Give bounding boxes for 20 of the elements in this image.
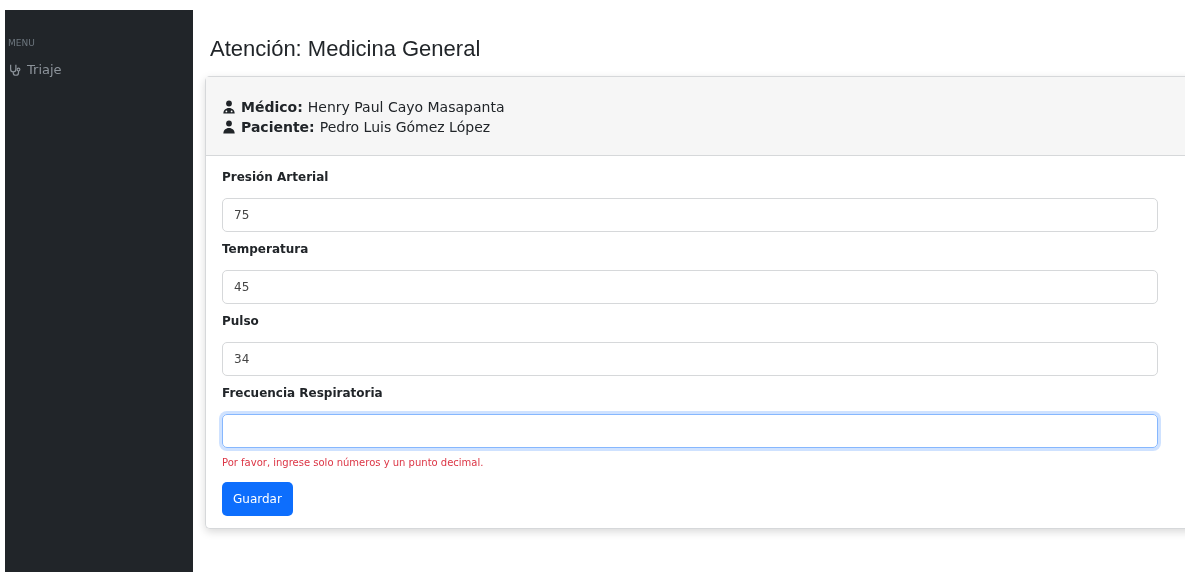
input-field[interactable]: 45 bbox=[222, 270, 1158, 304]
field-label: Temperatura bbox=[222, 242, 310, 256]
patient-label: Paciente: bbox=[241, 119, 315, 135]
save-button[interactable]: Guardar bbox=[222, 482, 293, 516]
doctor-icon bbox=[222, 100, 236, 114]
field-label: Frecuencia Respiratoria bbox=[222, 386, 384, 400]
sidebar-item[interactable]: Triaje bbox=[8, 62, 190, 77]
doctor-label: Médico: bbox=[241, 99, 303, 115]
field-label: Pulso bbox=[222, 314, 260, 328]
input-field[interactable]: 75 bbox=[222, 198, 1158, 232]
doctor-name: Henry Paul Cayo Masapanta bbox=[307, 99, 505, 115]
patient-name: Pedro Luis Gómez López bbox=[319, 119, 491, 135]
person-icon bbox=[222, 120, 236, 134]
field-label: Presión Arterial bbox=[222, 170, 330, 184]
page-title: Atención: Medicina General bbox=[210, 36, 482, 62]
menu-heading: MENU bbox=[8, 38, 36, 48]
input-field[interactable]: 34 bbox=[222, 342, 1158, 376]
stethoscope-icon bbox=[8, 62, 22, 77]
error-message: Por favor, ingrese solo números y un punto decimal. bbox=[222, 457, 485, 468]
input-field[interactable] bbox=[222, 414, 1158, 448]
